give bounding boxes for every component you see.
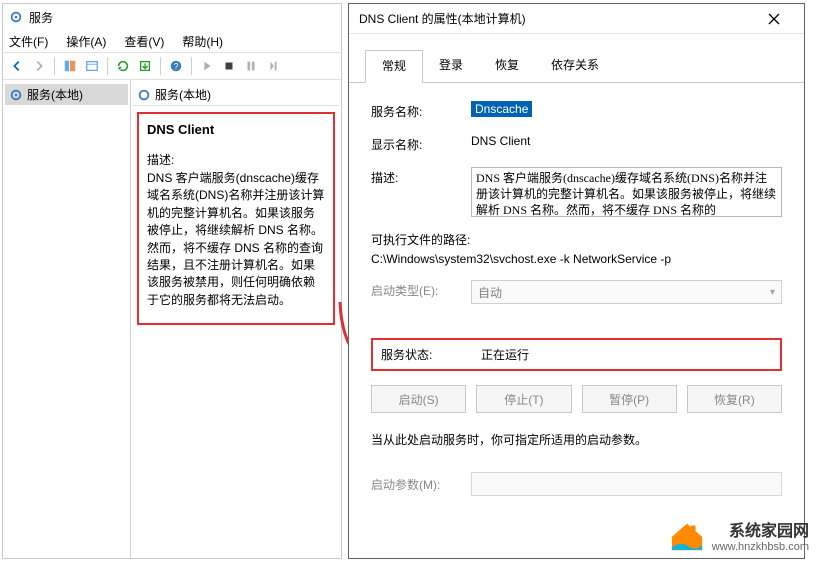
toolbar-play-button[interactable]: [197, 56, 217, 76]
pause-button[interactable]: 暂停(P): [582, 385, 677, 413]
service-name-value[interactable]: Dnscache: [471, 101, 532, 117]
toolbar-separator: [160, 57, 161, 75]
display-name-label: 显示名称:: [371, 134, 471, 153]
exe-path-value: C:\Windows\system32\svchost.exe -k Netwo…: [371, 252, 671, 266]
detail-pane: 服务(本地) DNS Client 描述: DNS 客户端服务(dnscache…: [131, 80, 341, 558]
menu-action[interactable]: 操作(A): [66, 33, 106, 50]
toolbar-help-button[interactable]: ?: [166, 56, 186, 76]
toolbar-separator: [54, 57, 55, 75]
row-service-name: 服务名称: Dnscache: [371, 101, 782, 120]
general-form: 服务名称: Dnscache 显示名称: DNS Client 描述: DNS …: [349, 83, 804, 304]
toolbar-show-hide-button[interactable]: [60, 56, 80, 76]
services-window: 服务 文件(F) 操作(A) 查看(V) 帮助(H) ? 服务(本地): [2, 3, 342, 559]
description-textarea[interactable]: DNS 客户端服务(dnscache)缓存域名系统(DNS)名称并注册该计算机的…: [471, 167, 782, 217]
tree-pane: 服务(本地): [3, 80, 131, 558]
detail-heading-label: 服务(本地): [155, 86, 211, 103]
status-label: 服务状态:: [381, 346, 481, 363]
properties-dialog: DNS Client 的属性(本地计算机) 常规 登录 恢复 依存关系 服务名称…: [348, 3, 805, 559]
toolbar-separator: [191, 57, 192, 75]
row-startup-type: 启动类型(E): 自动 ▾: [371, 280, 782, 304]
services-titlebar: 服务: [3, 4, 341, 30]
row-display-name: 显示名称: DNS Client: [371, 134, 782, 153]
close-icon: [768, 13, 780, 25]
status-block: 服务状态: 正在运行 启动(S) 停止(T) 暂停(P) 恢复(R): [371, 338, 782, 413]
dialog-title: DNS Client 的属性(本地计算机): [359, 10, 754, 27]
description-text: DNS 客户端服务(dnscache)缓存域名系统(DNS)名称并注册该计算机的…: [147, 170, 325, 309]
startup-type-label: 启动类型(E):: [371, 280, 471, 299]
tree-item-label: 服务(本地): [27, 86, 83, 103]
tab-general[interactable]: 常规: [365, 50, 423, 83]
gear-icon: [9, 88, 23, 102]
refresh-icon: [137, 88, 151, 102]
start-params-input[interactable]: [471, 472, 782, 496]
tab-logon[interactable]: 登录: [423, 50, 479, 82]
watermark-name: 系统家园网: [712, 517, 809, 541]
chevron-down-icon: ▾: [770, 287, 775, 298]
toolbar-separator: [107, 57, 108, 75]
toolbar-back-button[interactable]: [7, 56, 27, 76]
tab-row: 常规 登录 恢复 依存关系: [349, 34, 804, 83]
toolbar-export-button[interactable]: [135, 56, 155, 76]
row-exe-path: 可执行文件的路径: C:\Windows\system32\svchost.ex…: [371, 231, 782, 266]
menu-file[interactable]: 文件(F): [9, 33, 48, 50]
row-start-params: 启动参数(M):: [371, 472, 782, 496]
tab-recovery[interactable]: 恢复: [479, 50, 535, 82]
status-button-row: 启动(S) 停止(T) 暂停(P) 恢复(R): [371, 385, 782, 413]
toolbar-forward-button[interactable]: [29, 56, 49, 76]
display-name-value: DNS Client: [471, 134, 782, 148]
detail-heading-row: 服务(本地): [133, 84, 339, 106]
startup-note: 当从此处启动服务时，你可指定所适用的启动参数。: [371, 431, 782, 448]
toolbar-properties-button[interactable]: [82, 56, 102, 76]
exe-path-label: 可执行文件的路径:: [371, 231, 470, 248]
watermark: 系统家园网 www.hnzkhbsb.com: [668, 517, 809, 553]
description-label: 描述:: [147, 151, 325, 168]
watermark-logo-icon: [668, 518, 706, 552]
service-name-label: 服务名称:: [371, 101, 471, 120]
status-value: 正在运行: [481, 346, 529, 363]
description-label: 描述:: [371, 167, 471, 186]
menu-help[interactable]: 帮助(H): [182, 33, 223, 50]
watermark-url: www.hnzkhbsb.com: [712, 541, 809, 553]
toolbar: ?: [3, 52, 341, 80]
service-description-highlight: DNS Client 描述: DNS 客户端服务(dnscache)缓存域名系统…: [137, 112, 335, 325]
dialog-titlebar: DNS Client 的属性(本地计算机): [349, 4, 804, 34]
resume-button[interactable]: 恢复(R): [687, 385, 782, 413]
svg-text:?: ?: [174, 62, 179, 72]
tree-item-services-local[interactable]: 服务(本地): [5, 84, 128, 105]
row-description: 描述: DNS 客户端服务(dnscache)缓存域名系统(DNS)名称并注册该…: [371, 167, 782, 217]
toolbar-refresh-button[interactable]: [113, 56, 133, 76]
startup-type-value: 自动: [478, 284, 502, 301]
tab-dependencies[interactable]: 依存关系: [535, 50, 615, 82]
startup-type-combo[interactable]: 自动 ▾: [471, 280, 782, 304]
menu-view[interactable]: 查看(V): [124, 33, 164, 50]
status-line-highlight: 服务状态: 正在运行: [371, 338, 782, 371]
stop-button[interactable]: 停止(T): [476, 385, 571, 413]
toolbar-restart-button[interactable]: [263, 56, 283, 76]
menu-bar: 文件(F) 操作(A) 查看(V) 帮助(H): [3, 30, 341, 52]
services-icon: [9, 10, 23, 24]
start-button[interactable]: 启动(S): [371, 385, 466, 413]
service-name: DNS Client: [147, 122, 325, 137]
start-params-label: 启动参数(M):: [371, 472, 471, 496]
toolbar-stop-button[interactable]: [219, 56, 239, 76]
close-button[interactable]: [754, 4, 794, 34]
services-title: 服务: [29, 9, 53, 26]
toolbar-pause-button[interactable]: [241, 56, 261, 76]
